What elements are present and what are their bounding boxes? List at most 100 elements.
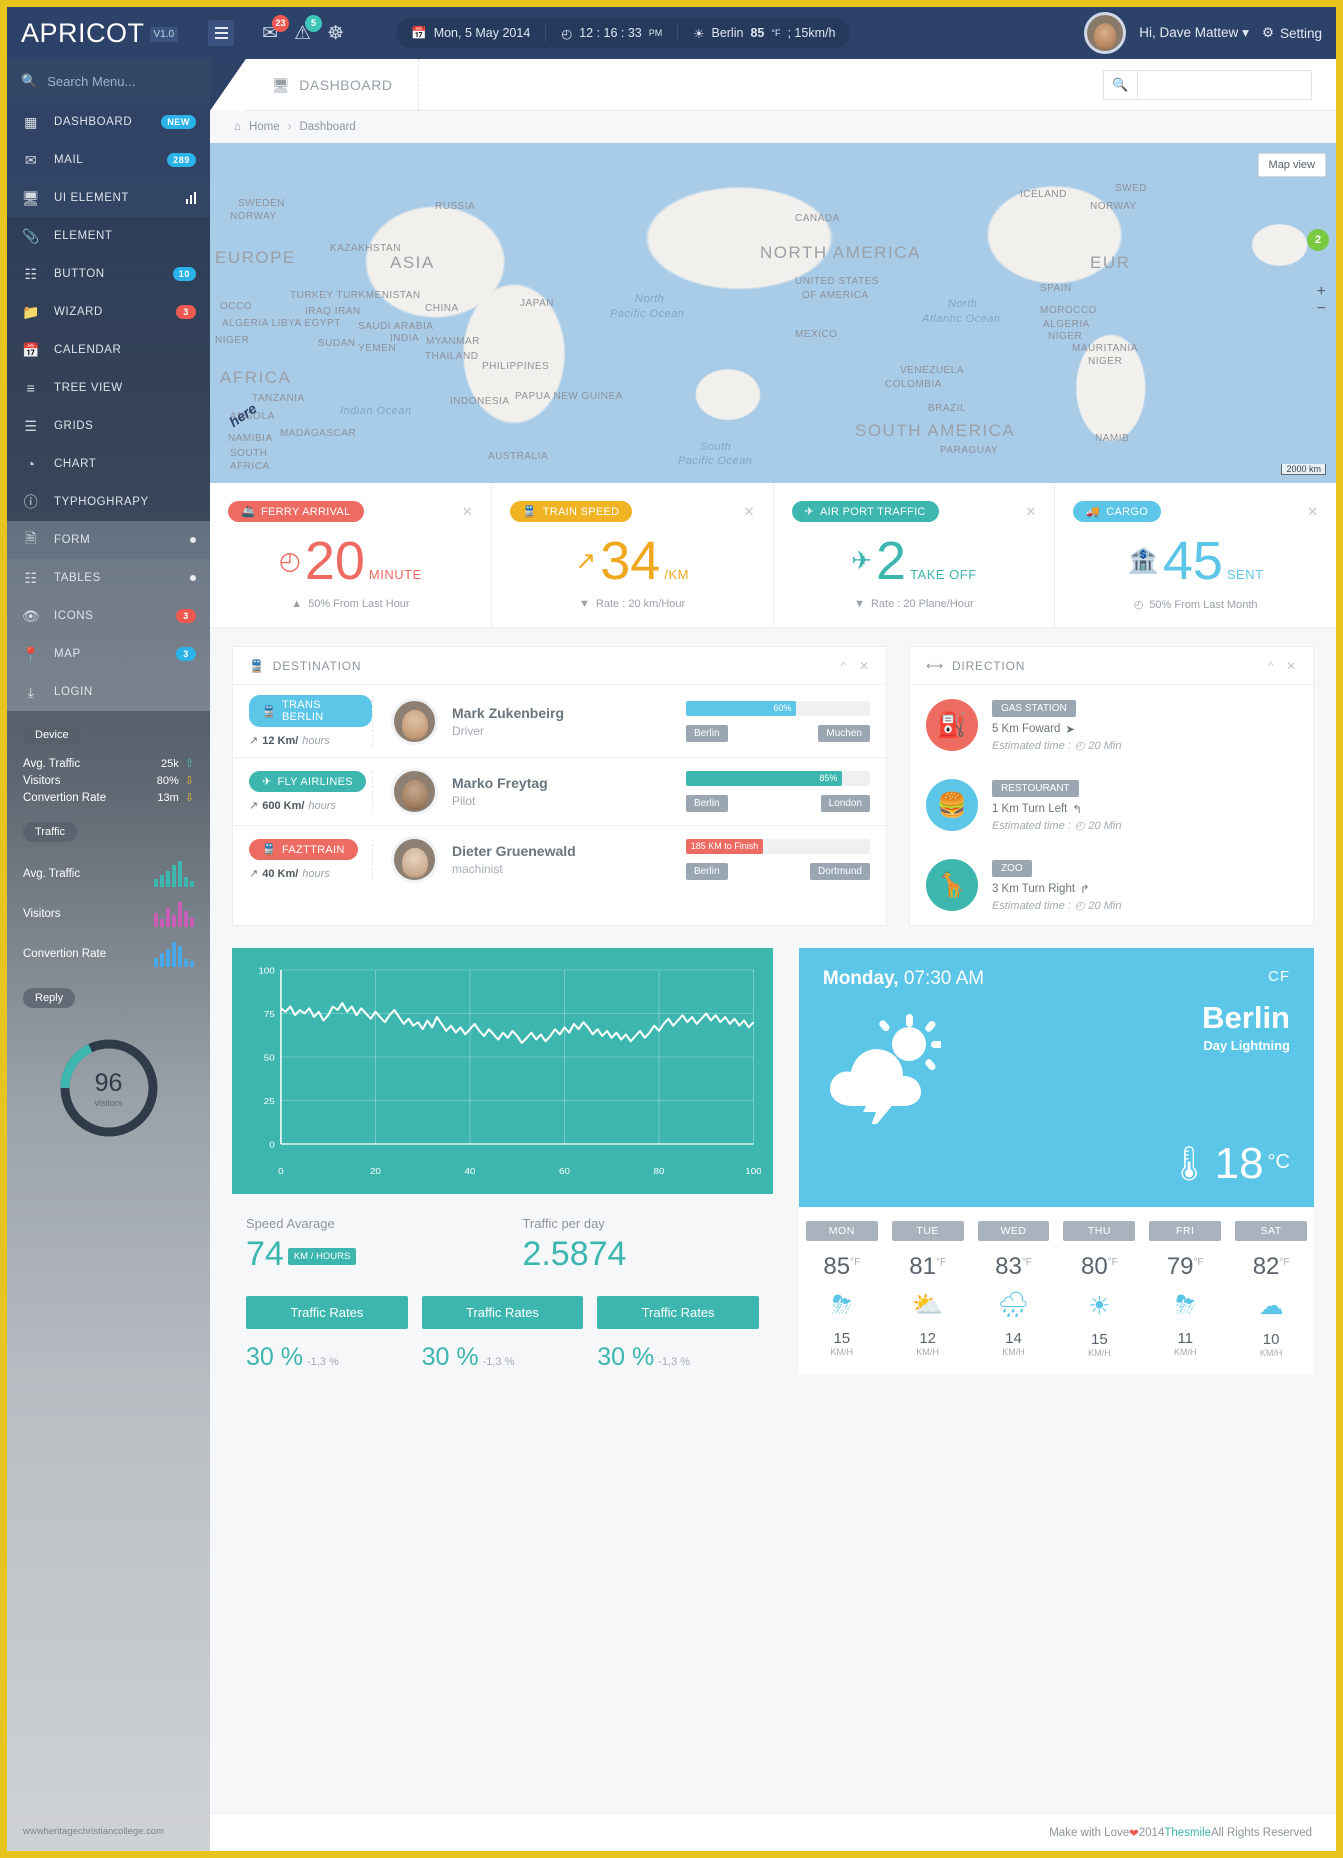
device-title: Device [23,725,81,745]
map-label: MYANMAR [426,336,480,347]
sidebar-item-label: ELEMENT [54,230,113,242]
page-header: 🖥 DASHBOARD 🔍 [210,58,1336,111]
breadcrumb-home[interactable]: Home [249,121,280,133]
sidebar-item-form[interactable]: 🗎 FORM [7,521,210,559]
date-text: Mon, 5 May 2014 [433,26,531,40]
svg-text:0: 0 [269,1140,274,1149]
alerts-badge: 5 [305,14,323,32]
map-label: ICELAND [1020,189,1067,200]
forecast-day-name: WED [977,1221,1050,1241]
person-role: Driver [452,723,484,738]
world-map[interactable]: SWEDEN NORWAY RUSSIA ICELAND SWED NORWAY CANAD… [210,143,1336,483]
destination-tag: Dortmund [810,863,870,880]
search-icon[interactable]: 🔍 [1103,69,1137,100]
kpi-subtext: ▼ Rate : 20 km/Hour [579,598,686,610]
sidebar-item-icons[interactable]: 👁 ICONS 3 [7,597,210,635]
avatar[interactable] [1084,12,1127,54]
sidebar-item-tree-view[interactable]: ≡ TREE VIEW [7,369,210,407]
sidebar-search[interactable]: 🔍 Search Menu... [7,59,210,103]
sidebar-item-chart[interactable]: ◔ CHART [7,445,210,483]
collapse-icon[interactable]: ^ [1268,659,1274,673]
user-menu[interactable]: Hi, Dave Mattew ▾ [1139,25,1249,41]
traffic-rate-cell: Traffic Rates 30 % -1,3 % [597,1296,759,1372]
bottom-row: 0 25 50 75 100 0 20 40 60 80 100 Speed Avarage 74… [210,926,1336,1396]
sidebar-item-tables[interactable]: ☷ TABLES [7,559,210,597]
sidebar-item-map[interactable]: 📍 MAP 3 [7,635,210,673]
speed-icon: ↗ [249,735,259,747]
kpi-subtext: ▼ Rate : 20 Plane/Hour [854,598,974,610]
sidebar-item-dashboard[interactable]: ▦ DASHBOARD NEW [7,103,210,141]
status-dot [190,575,196,581]
zoom-out-button[interactable]: − [1317,300,1326,317]
forecast-wind-unit: KM/H [1259,1348,1283,1358]
close-icon[interactable]: ✕ [744,504,755,520]
page-footer: Make with Love ❤ 2014 Thesmile All Rights… [210,1813,1336,1851]
footer-link[interactable]: Thesmile [1164,1827,1211,1839]
kpi-unit: MINUTE [368,567,422,582]
page-title-text: DASHBOARD [299,76,393,93]
sidebar-item-login[interactable]: ⤓ LOGIN [7,673,210,711]
sidebar-item-wizard[interactable]: 📁 WIZARD 3 [7,293,210,331]
sidebar-badge: NEW [161,115,196,129]
sidebar-item-label: LOGIN [54,686,93,698]
sidebar-item-button[interactable]: ☷ BUTTON 10 [7,255,210,293]
traffic-rates-button[interactable]: Traffic Rates [421,1296,584,1329]
search-input[interactable] [1137,69,1312,100]
sidebar-item-label: BUTTON [54,268,105,280]
place-tag: GAS STATION [991,700,1076,717]
device-value: 25k [161,757,179,770]
sidebar-item-calendar[interactable]: 📅 CALENDAR [7,331,210,369]
messages-icon[interactable]: ✉ 23 [262,14,290,43]
close-icon[interactable]: ✕ [462,504,473,520]
map-label: AFRICA [230,461,270,472]
device-value: 80% [156,774,179,787]
sidebar-item-element[interactable]: 📎 ELEMENT [7,217,210,255]
forecast-weather-icon: ⛈ [831,1291,852,1319]
sidebar-item-mail[interactable]: ✉ MAIL 289 [7,141,210,179]
sidebar-item-ui-element[interactable]: 🖥 UI ELEMENT [7,179,210,217]
sidebar-item-label: TYPHOGHRAPY [54,496,149,508]
traffic-rates-button[interactable]: Traffic Rates [246,1296,408,1329]
gauge-caption: visitors [94,1097,123,1108]
map-marker-badge[interactable]: 2 [1307,229,1329,251]
settings-button[interactable]: ⚙ Setting [1262,25,1322,41]
breadcrumb-dashboard[interactable]: Dashboard [299,121,355,133]
map-label: AUSTRALIA [488,451,549,462]
map-view-button[interactable]: Map view [1257,153,1326,177]
home-icon[interactable]: ⌂ [234,121,241,133]
close-icon[interactable]: ✕ [1025,504,1036,520]
sidebar-item-grids[interactable]: ☰ GRIDS [7,407,210,445]
close-icon[interactable]: ✕ [1307,504,1318,520]
weather-city: Berlin [711,26,744,40]
brand-name: APRICOT [21,17,145,48]
map-label: YEMEN [358,343,397,354]
zoom-in-button[interactable]: + [1317,283,1326,300]
menu-toggle-button[interactable] [208,20,235,46]
list-item: ⛽ GAS STATION 5 Km Foward ➤ Estimated time :… [910,685,1313,765]
sparkline [154,901,194,927]
weather-cf-toggle[interactable]: CF [1268,968,1290,990]
map-label: MADAGASCAR [280,428,357,439]
close-icon[interactable]: ✕ [859,659,870,673]
arrows-icon: ⟷ [925,658,944,673]
progress-bar: 85% [685,771,870,786]
destination-tag: Muchen [818,724,870,742]
traffic-rate-percent: 30 % -1,3 % [421,1343,515,1371]
close-icon[interactable]: ✕ [1286,659,1297,673]
map-label: KAZAKHSTAN [330,243,401,254]
forecast-wind-unit: KM/H [1173,1347,1197,1357]
avatar [391,768,438,815]
map-label: MEXICO [795,329,838,340]
support-icon[interactable]: ☸ [327,24,344,43]
kpi-card: 🚚 CARGO ✕ 🏦 45 SENT ◴ 50% From Last Month [1055,483,1336,627]
sidebar-item-typhoghrapy[interactable]: ⓘ TYPHOGHRAPY [7,483,210,521]
kpi-value: 45 [1162,531,1223,591]
place-icon: 🍔 [925,779,978,831]
place-estimate: Estimated time : ◴ 20 Min [991,899,1122,913]
turn-icon: ↰ [1072,804,1083,816]
alerts-icon[interactable]: ⚠ 5 [294,14,323,43]
weather-temp: 85 [750,26,765,40]
traffic-rates-button[interactable]: Traffic Rates [597,1296,759,1329]
brand-logo[interactable]: APRICOT V1.0 [21,17,179,49]
collapse-icon[interactable]: ^ [841,659,847,673]
